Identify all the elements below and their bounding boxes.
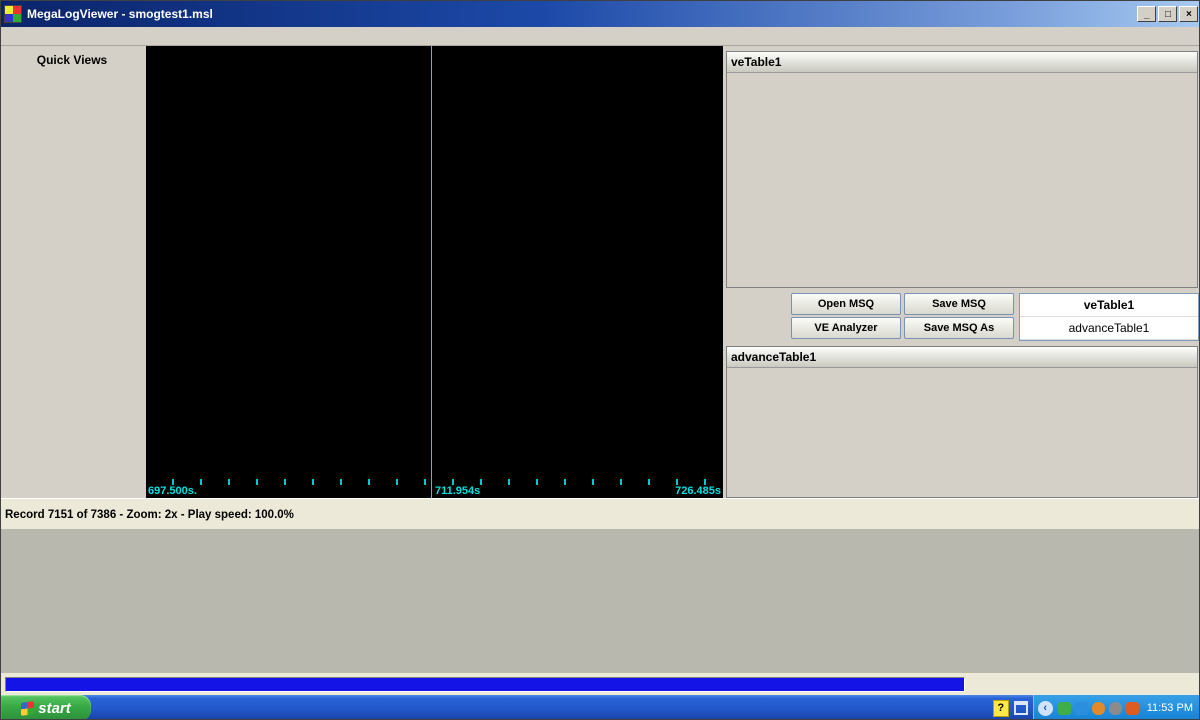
system-tray: ‹ 11:53 PM (1033, 695, 1200, 720)
application-window: MegaLogViewer - smogtest1.msl _ □ × Quic… (0, 0, 1200, 720)
start-button[interactable]: start (1, 695, 91, 720)
msq-zone: Open MSQ Save MSQ VE Analyzer Save MSQ A… (791, 293, 1199, 341)
gauge-grid (1, 529, 1200, 673)
table-list-item-vetable1[interactable]: veTable1 (1020, 294, 1198, 317)
time-axis-start: 697.500s. (148, 485, 197, 497)
save-msq-button[interactable]: Save MSQ (904, 293, 1014, 315)
graph1-panel[interactable] (146, 46, 721, 186)
table-list: veTable1 advanceTable1 (1019, 293, 1199, 341)
playback-progress-track[interactable] (5, 677, 965, 692)
graph-cursor-line[interactable] (431, 46, 432, 498)
advance-table-header: advanceTable1 (727, 347, 1197, 368)
title-bar: MegaLogViewer - smogtest1.msl _ □ × (1, 1, 1200, 27)
window-title: MegaLogViewer - smogtest1.msl (27, 7, 1135, 21)
help-icon[interactable]: ? (993, 700, 1009, 717)
minimize-button[interactable]: _ (1137, 6, 1156, 22)
taskbar: start ? ‹ 11:53 PM (1, 695, 1200, 720)
windows-flag-icon (21, 701, 34, 716)
close-button[interactable]: × (1179, 6, 1198, 22)
playback-progress-fill (6, 678, 964, 691)
taskbar-clock: 11:53 PM (1147, 702, 1193, 714)
restore-window-icon[interactable] (1013, 700, 1029, 716)
quick-views-title: Quick Views (1, 53, 143, 67)
advance-table-title: advanceTable1 (731, 350, 1193, 364)
table-list-item-advancetable1[interactable]: advanceTable1 (1020, 317, 1198, 340)
save-msq-as-button[interactable]: Save MSQ As (904, 317, 1014, 339)
ve-table-header: veTable1 (727, 52, 1197, 73)
status-bar: Record 7151 of 7386 - Zoom: 2x - Play sp… (1, 498, 1200, 530)
ve-table-panel: veTable1 (726, 51, 1198, 288)
advance-table-panel: advanceTable1 (726, 346, 1198, 498)
sync-tray-icon[interactable] (1092, 702, 1105, 715)
playback-bar (1, 673, 1200, 695)
time-axis-end: 726.485s (675, 485, 721, 497)
menu-bar (1, 27, 1200, 46)
record-status-text: Record 7151 of 7386 - Zoom: 2x - Play sp… (1, 509, 1200, 521)
time-axis: 697.500s. 711.954s 726.485s (146, 479, 723, 498)
ve-table-title: veTable1 (731, 55, 1193, 69)
network-tray-icon[interactable] (1126, 702, 1139, 715)
ve-analyzer-button[interactable]: VE Analyzer (791, 317, 901, 339)
app-icon (4, 5, 22, 23)
updates-tray-icon[interactable] (1058, 702, 1071, 715)
system-tray-icon[interactable] (1109, 702, 1122, 715)
maximize-button[interactable]: □ (1158, 6, 1177, 22)
quick-views-sidebar: Quick Views (1, 45, 143, 498)
wireless-tray-icon[interactable] (1075, 702, 1088, 715)
time-axis-cursor: 711.954s (435, 485, 480, 497)
graph-area[interactable]: 697.500s. 711.954s 726.485s (146, 46, 723, 498)
collapse-chevron-icon[interactable]: ‹ (1038, 701, 1053, 716)
graph2-panel[interactable] (146, 186, 721, 331)
open-msq-button[interactable]: Open MSQ (791, 293, 901, 315)
graph3-panel[interactable] (146, 331, 721, 479)
